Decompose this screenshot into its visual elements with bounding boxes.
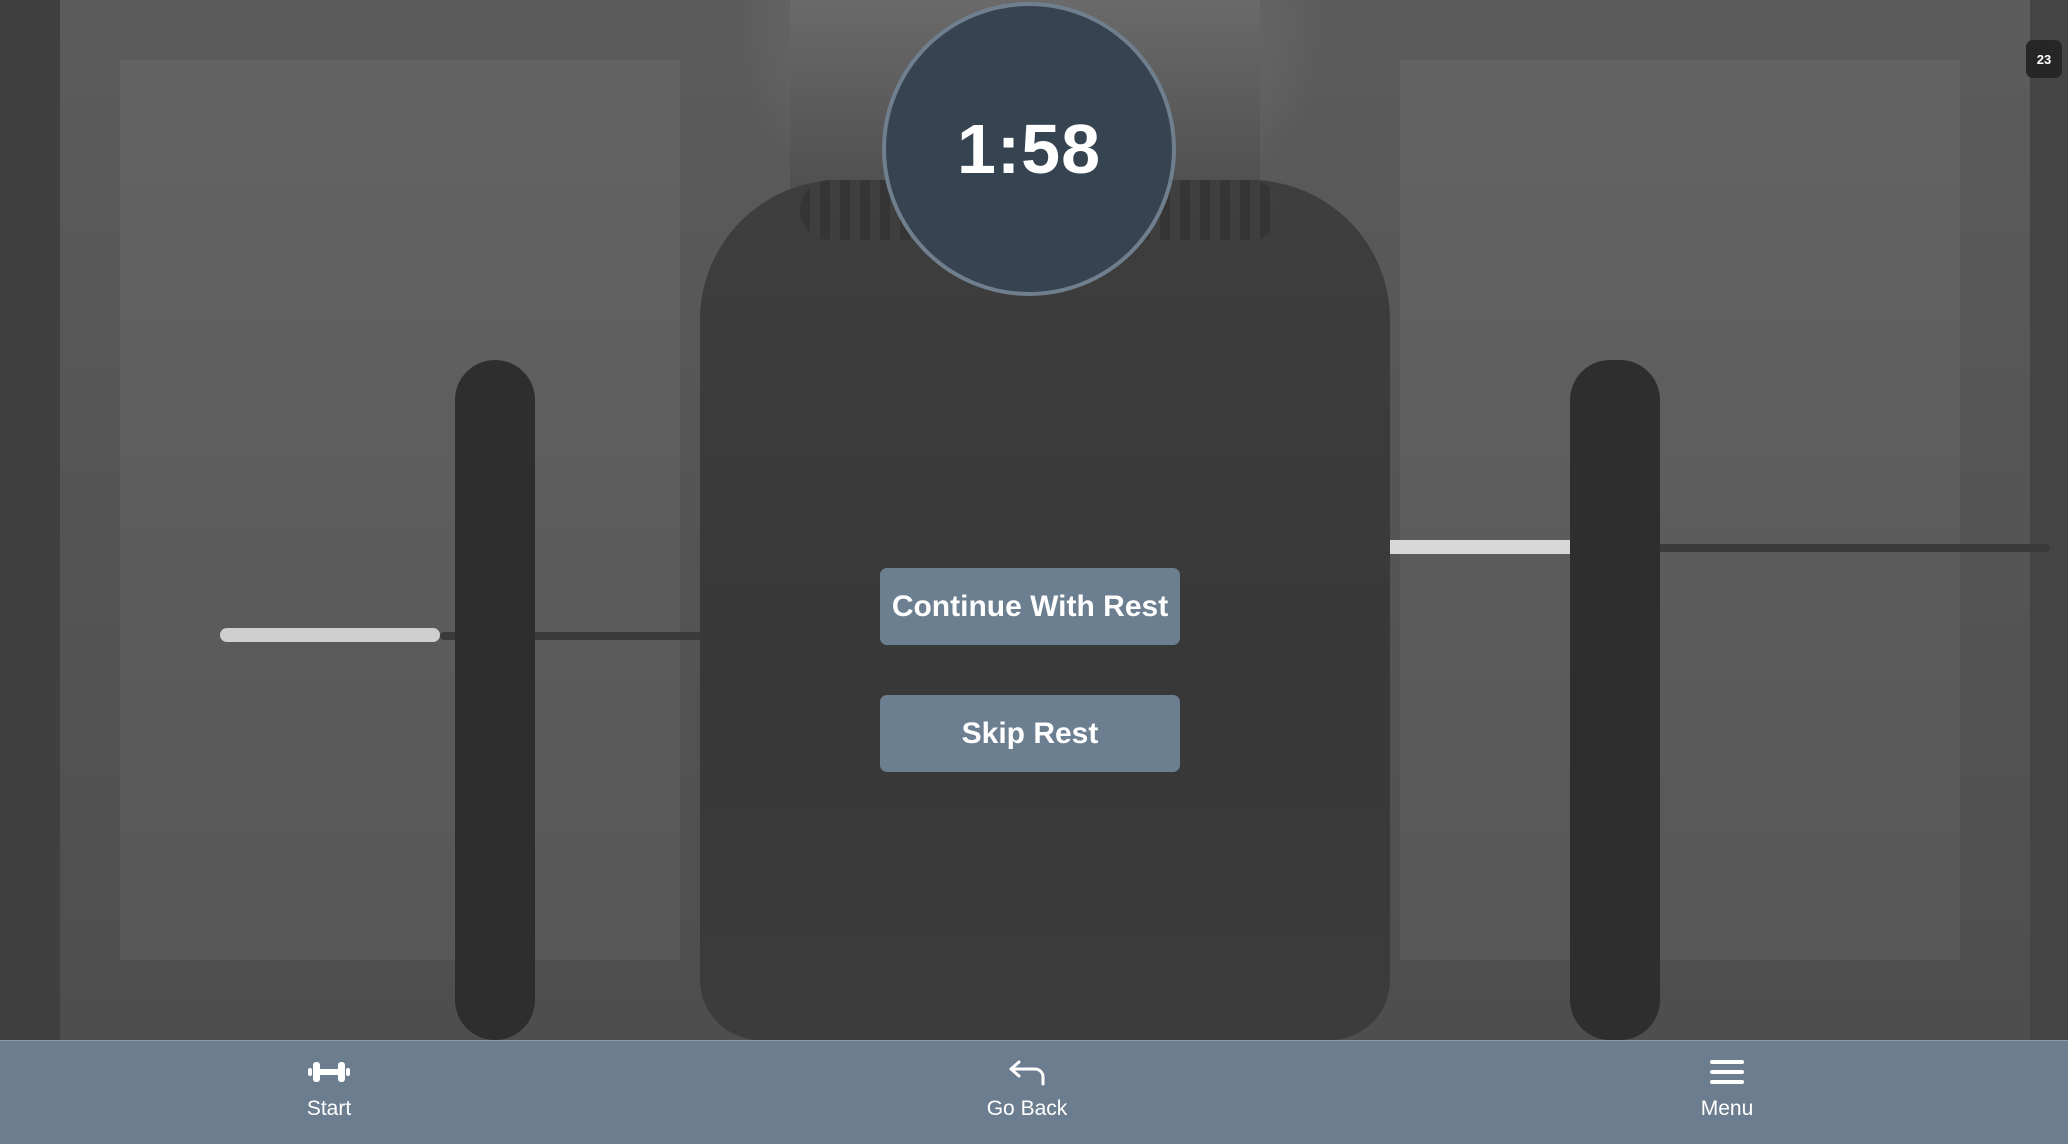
nav-item-menu[interactable]: Menu: [1647, 1055, 1807, 1135]
nav-label-start: Start: [306, 1097, 352, 1120]
barbell-right: [1380, 540, 1580, 554]
rest-timer: 1:58: [882, 2, 1176, 296]
nav-label-go-back: Go Back: [986, 1097, 1068, 1120]
rack-post-left: [0, 0, 60, 1040]
rack-post-right: [2030, 0, 2068, 1040]
nav-item-start[interactable]: Start: [249, 1055, 409, 1135]
undo-arrow-icon: [1005, 1055, 1049, 1089]
wall-panel: [120, 60, 680, 960]
nav-label-menu: Menu: [1700, 1097, 1754, 1120]
continue-with-rest-button[interactable]: Continue With Rest: [880, 568, 1180, 645]
rest-screen: 1:58 23 Continue With Rest Skip Rest Sta…: [0, 0, 2068, 1144]
timer-countdown: 1:58: [956, 110, 1102, 188]
bottom-navigation: Start Go Back Menu: [0, 1040, 2068, 1144]
skip-rest-button[interactable]: Skip Rest: [880, 695, 1180, 772]
weight-plate-left: [455, 360, 535, 1040]
counter-badge: 23: [2026, 40, 2062, 78]
dumbbell-icon: [307, 1055, 351, 1089]
barbell-left: [220, 628, 440, 642]
wall-panel: [1400, 60, 1960, 960]
nav-item-go-back[interactable]: Go Back: [947, 1055, 1107, 1135]
hamburger-menu-icon: [1705, 1055, 1749, 1089]
weight-plate-right: [1570, 360, 1660, 1040]
